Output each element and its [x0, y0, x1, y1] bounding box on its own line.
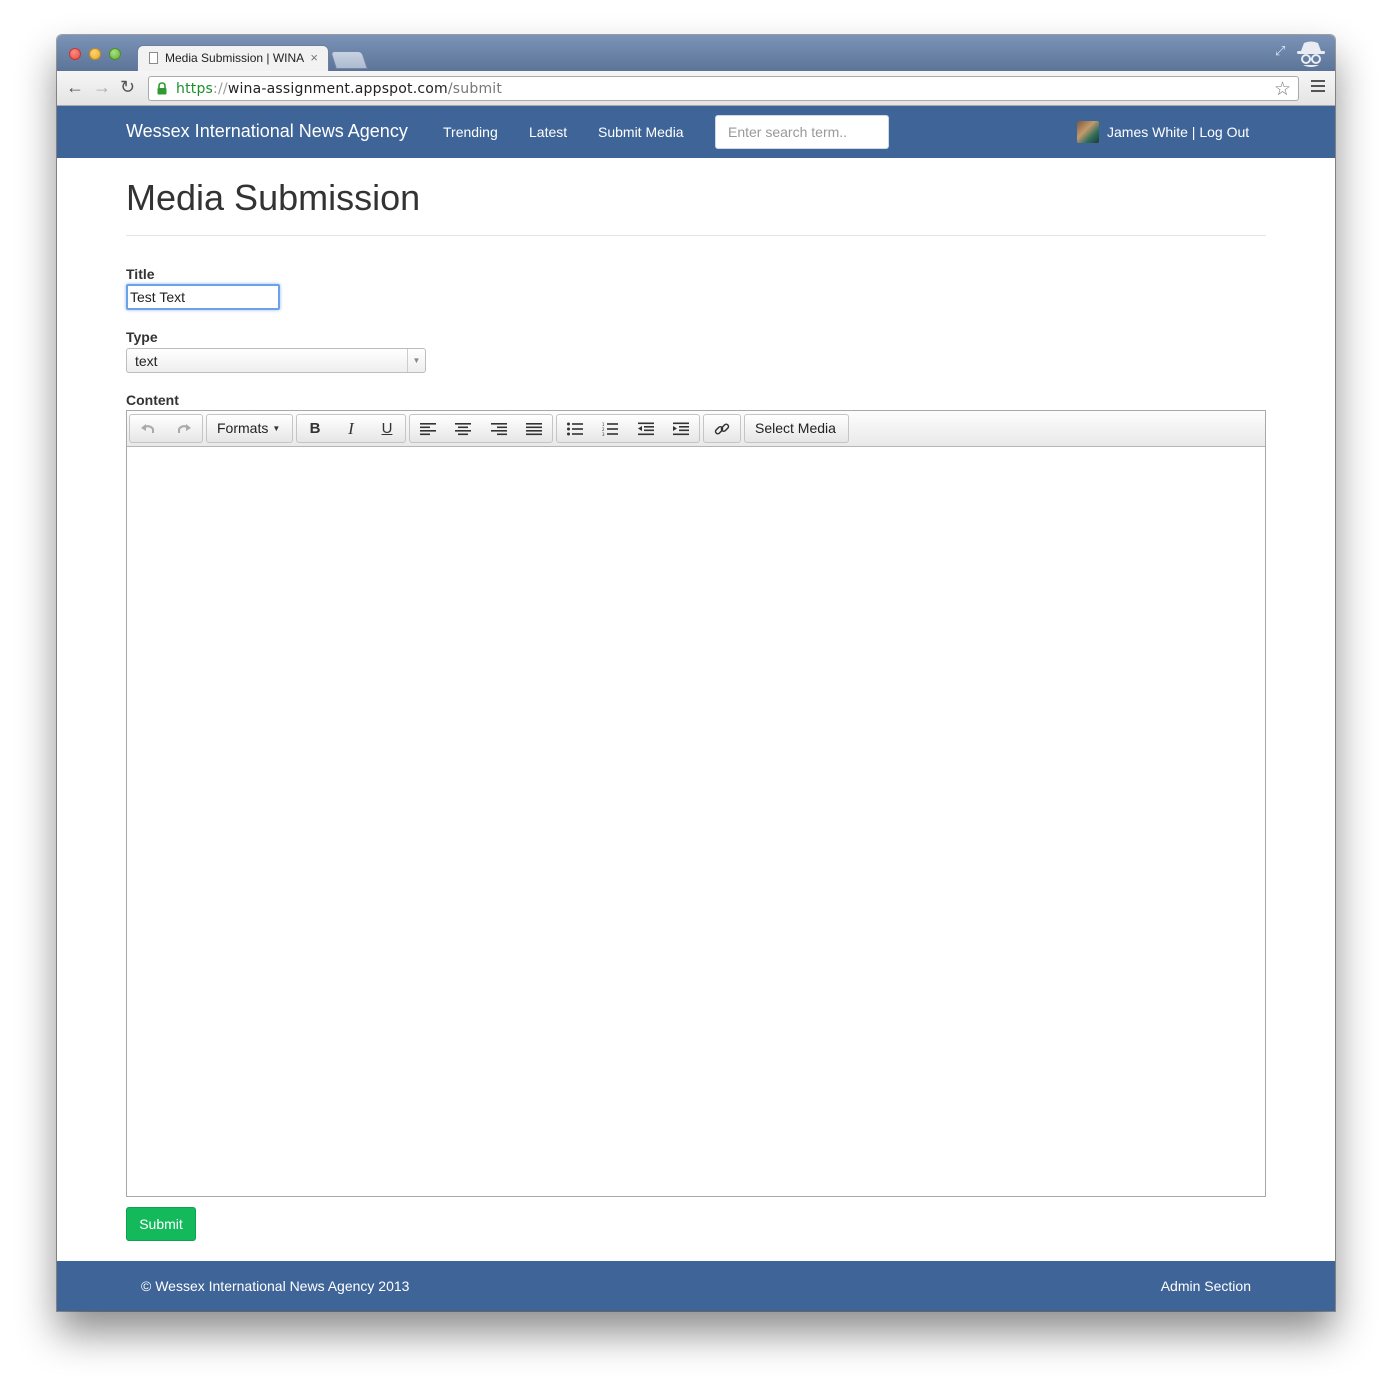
numbered-list-icon[interactable]: 123: [593, 415, 629, 442]
link-icon[interactable]: [704, 415, 740, 442]
footer-copyright: © Wessex International News Agency 2013: [141, 1278, 410, 1294]
browser-tab[interactable]: Media Submission | WINA ×: [137, 45, 329, 71]
admin-section-link[interactable]: Admin Section: [1161, 1278, 1251, 1294]
window-minimize-button[interactable]: [89, 48, 101, 60]
type-select-value: text: [135, 353, 158, 369]
browser-window: Media Submission | WINA × ⤢ ← → ↻ https:…: [57, 35, 1335, 1311]
type-label: Type: [126, 329, 158, 345]
chevron-down-icon: ▼: [407, 349, 425, 372]
align-left-icon[interactable]: [410, 415, 446, 442]
redo-icon[interactable]: [166, 415, 202, 442]
text-style-button-group: B I U: [296, 414, 406, 443]
new-tab-button[interactable]: [330, 51, 368, 69]
tab-close-icon[interactable]: ×: [310, 50, 318, 65]
url-host: wina-assignment.appspot.com: [227, 81, 448, 97]
incognito-icon: [1295, 39, 1327, 69]
nav-link-submit-media[interactable]: Submit Media: [598, 124, 684, 140]
editor-content-area[interactable]: [127, 447, 1265, 1196]
tab-title: Media Submission | WINA: [165, 51, 305, 65]
page-title: Media Submission: [126, 177, 421, 218]
align-center-icon[interactable]: [446, 415, 482, 442]
select-media-label: Select Media: [755, 420, 836, 436]
type-select[interactable]: text ▼: [126, 348, 426, 373]
content-label: Content: [126, 392, 179, 408]
search-input[interactable]: [715, 115, 889, 149]
url-separator: ://: [213, 81, 228, 97]
site-footer: © Wessex International News Agency 2013 …: [57, 1261, 1335, 1311]
underline-icon[interactable]: U: [369, 415, 405, 442]
select-media-button[interactable]: Select Media: [744, 414, 849, 443]
rich-text-editor: Formats ▼ B I U 1 2 3 Select Media: [126, 410, 1266, 1197]
browser-toolbar: ← → ↻ https://wina-assignment.appspot.co…: [57, 71, 1335, 106]
title-divider: [126, 235, 1266, 236]
bold-icon[interactable]: B: [297, 415, 333, 442]
indent-icon[interactable]: [664, 415, 700, 442]
outdent-icon[interactable]: [628, 415, 664, 442]
site-navbar: Wessex International News Agency Trendin…: [57, 106, 1335, 158]
caret-down-icon: ▼: [272, 424, 281, 433]
back-arrow-icon[interactable]: ←: [66, 78, 84, 96]
list-button-group: 123: [556, 414, 700, 443]
formats-label: Formats: [217, 420, 269, 436]
brand-link[interactable]: Wessex International News Agency: [126, 121, 408, 142]
fullscreen-icon[interactable]: ⤢: [1275, 43, 1285, 59]
document-icon: [149, 52, 158, 64]
bookmark-star-icon[interactable]: ☆: [1274, 78, 1291, 101]
editor-toolbar: Formats ▼ B I U 1 2 3 Select Media: [127, 411, 1265, 447]
align-right-icon[interactable]: [481, 415, 517, 442]
url-path: /submit: [447, 81, 503, 97]
align-justify-icon[interactable]: [517, 415, 553, 442]
reload-icon[interactable]: ↻: [120, 78, 135, 96]
submit-button[interactable]: Submit: [126, 1207, 196, 1241]
browser-menu-icon[interactable]: [1311, 80, 1325, 95]
history-button-group: [129, 414, 203, 443]
undo-icon[interactable]: [130, 415, 166, 442]
window-maximize-button[interactable]: [109, 48, 121, 60]
alignment-button-group: [409, 414, 553, 443]
nav-link-trending[interactable]: Trending: [443, 124, 498, 140]
title-label: Title: [126, 266, 155, 282]
browser-titlebar: Media Submission | WINA × ⤢: [57, 35, 1335, 71]
forward-arrow-icon[interactable]: →: [93, 78, 111, 96]
window-close-button[interactable]: [69, 48, 81, 60]
bullet-list-icon[interactable]: [557, 415, 593, 442]
link-button-group: [703, 414, 741, 443]
url-text: https://wina-assignment.appspot.com/subm…: [176, 81, 502, 97]
address-bar[interactable]: https://wina-assignment.appspot.com/subm…: [148, 76, 1299, 101]
lock-icon: [156, 82, 168, 95]
italic-icon[interactable]: I: [333, 415, 369, 442]
user-links[interactable]: James White | Log Out: [1107, 124, 1249, 140]
url-scheme: https: [176, 81, 214, 97]
svg-text:3: 3: [602, 432, 605, 436]
formats-dropdown[interactable]: Formats ▼: [206, 414, 293, 443]
nav-link-latest[interactable]: Latest: [529, 124, 567, 140]
avatar: [1077, 121, 1099, 143]
title-input[interactable]: [126, 284, 280, 310]
